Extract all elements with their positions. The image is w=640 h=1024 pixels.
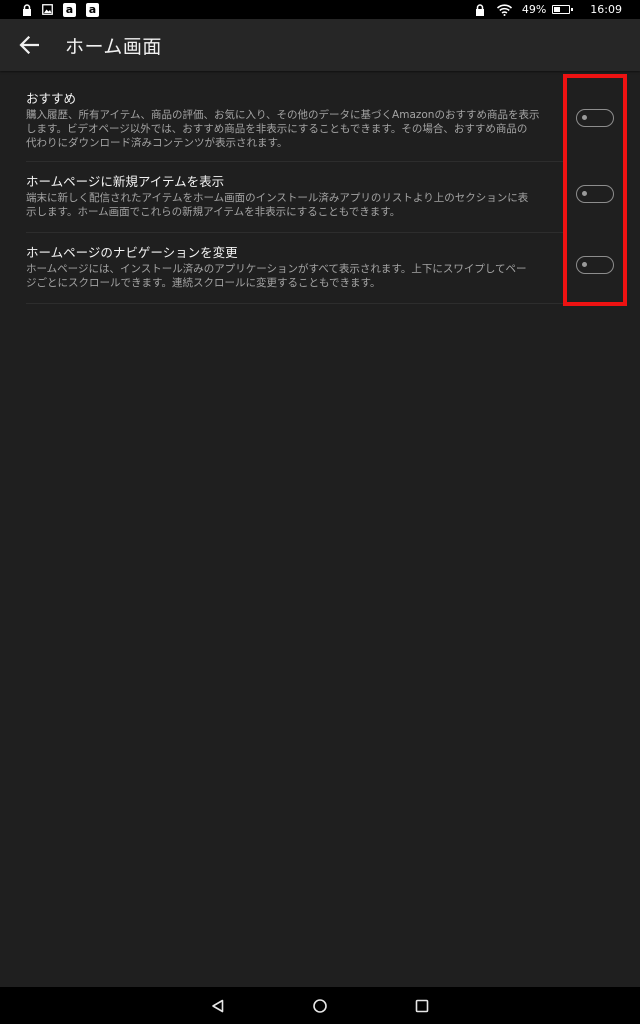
clock: 16:09: [590, 3, 622, 16]
toolbar: ホーム画面: [0, 19, 640, 71]
setting-row-recommendations[interactable]: おすすめ 購入履歴、所有アイテム、商品の評価、お気に入り、その他のデータに基づく…: [26, 72, 566, 162]
nav-recents-button[interactable]: [400, 987, 444, 1024]
new-items-toggle[interactable]: [576, 185, 614, 203]
nav-back-button[interactable]: [196, 987, 240, 1024]
system-status: 49% 16:09: [475, 3, 640, 16]
page-title: ホーム画面: [65, 35, 162, 58]
amazon-icon: a: [63, 2, 76, 17]
home-circle-icon: [312, 998, 328, 1014]
toggle-knob: [582, 262, 587, 267]
description-line: 示します。ホーム画面でこれらの新規アイテムを非表示にすることもできます。: [26, 206, 401, 218]
settings-list: おすすめ 購入履歴、所有アイテム、商品の評価、お気に入り、その他のデータに基づく…: [26, 72, 566, 304]
battery-icon: [552, 5, 574, 14]
amazon-icon: a: [86, 2, 99, 17]
toggle-knob: [582, 191, 587, 196]
recents-square-icon: [415, 999, 429, 1013]
setting-title: ホームページのナビゲーションを変更: [26, 245, 238, 260]
setting-description: 購入履歴、所有アイテム、商品の評価、お気に入り、その他のデータに基づくAmazo…: [26, 108, 566, 150]
screen: a a 49% 16:09 ホーム画面 おすすめ 購入履歴、所有アイテム、商品の…: [0, 0, 640, 1024]
image-icon: [42, 4, 53, 15]
back-button[interactable]: [1, 19, 57, 71]
setting-description: 端末に新しく配信されたアイテムをホーム画面のインストール済みアプリのリストより上…: [26, 191, 566, 219]
lock-icon: [22, 3, 32, 16]
status-bar: a a 49% 16:09: [0, 0, 640, 19]
description-line: 購入履歴、所有アイテム、商品の評価、お気に入り、その他のデータに基づくAmazo…: [26, 109, 540, 121]
back-triangle-icon: [211, 999, 225, 1013]
setting-title: おすすめ: [26, 91, 77, 106]
setting-row-navigation[interactable]: ホームページのナビゲーションを変更 ホームページには、インストール済みのアプリケ…: [26, 233, 566, 304]
notification-icons: a a: [0, 2, 99, 17]
setting-row-new-items[interactable]: ホームページに新規アイテムを表示 端末に新しく配信されたアイテムをホーム画面のイ…: [26, 162, 566, 233]
setting-description: ホームページには、インストール済みのアプリケーションがすべて表示されます。上下に…: [26, 262, 566, 290]
battery-percent: 49%: [521, 3, 547, 16]
arrow-left-icon: [19, 36, 39, 54]
description-line: します。ビデオページ以外では、おすすめ商品を非表示にすることもできます。その場合…: [26, 123, 528, 135]
description-line: ジごとにスクロールできます。連続スクロールに変更することもできます。: [26, 277, 381, 289]
nav-home-button[interactable]: [298, 987, 342, 1024]
description-line: 代わりにダウンロード済みコンテンツが表示されます。: [26, 137, 288, 149]
nav-bar: [0, 987, 640, 1024]
recommendations-toggle[interactable]: [576, 109, 614, 127]
description-line: ホームページには、インストール済みのアプリケーションがすべて表示されます。上下に…: [26, 263, 527, 275]
description-line: 端末に新しく配信されたアイテムをホーム画面のインストール済みアプリのリストより上…: [26, 192, 529, 204]
toggle-knob: [582, 115, 587, 120]
lock-icon: [475, 3, 485, 16]
navigation-toggle[interactable]: [576, 256, 614, 274]
wifi-icon: [496, 3, 512, 16]
setting-title: ホームページに新規アイテムを表示: [26, 174, 225, 189]
battery-fill: [554, 7, 561, 12]
